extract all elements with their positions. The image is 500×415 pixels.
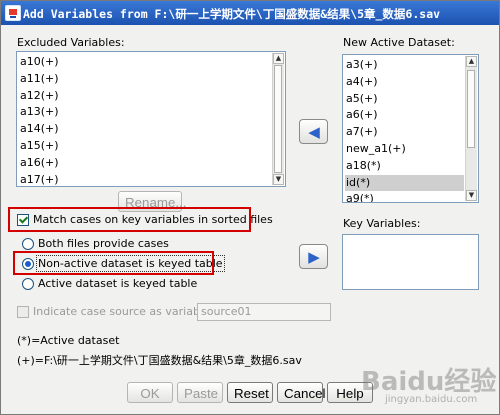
scroll-thumb[interactable] bbox=[274, 65, 282, 173]
baidu-watermark: Baidu经验 jingyan.baidu.com bbox=[361, 361, 496, 405]
list-item[interactable]: a5(+) bbox=[345, 91, 464, 108]
paste-button[interactable]: Paste bbox=[177, 382, 223, 403]
list-item[interactable]: id(*) bbox=[345, 174, 464, 192]
cancel-button[interactable]: Cancel bbox=[277, 382, 326, 403]
active-items: a3(+) a4(+) a5(+) a6(+) a7(+) new_a1(+) a18(*)… bbox=[345, 57, 464, 202]
list-item[interactable]: a7(+) bbox=[345, 124, 464, 141]
window-title: Add Variables from F:\研一上学期文件\丁国盛数据&结果\5… bbox=[23, 7, 441, 21]
rename-button[interactable]: Rename... bbox=[118, 191, 187, 212]
excluded-variables-label: Excluded Variables: bbox=[17, 36, 125, 49]
list-item[interactable]: a10(+) bbox=[19, 54, 271, 71]
active-dataset-note: (*)=Active dataset bbox=[17, 334, 120, 347]
list-item[interactable]: a6(+) bbox=[345, 107, 464, 124]
key-variables-list[interactable] bbox=[342, 234, 479, 290]
title-bar[interactable]: Add Variables from F:\研一上学期文件\丁国盛数据&结果\5… bbox=[1, 1, 499, 25]
radio-both-files-label[interactable]: Both files provide cases bbox=[38, 237, 169, 250]
add-variables-dialog: Add Variables from F:\研一上学期文件\丁国盛数据&结果\5… bbox=[0, 0, 500, 415]
excluded-scrollbar[interactable]: ▲ ▼ bbox=[272, 53, 284, 185]
list-item[interactable]: a4(+) bbox=[345, 74, 464, 91]
radio-non-active-keyed[interactable] bbox=[22, 258, 34, 270]
list-item[interactable]: new_a1(+) bbox=[345, 141, 464, 158]
new-active-dataset-list[interactable]: a3(+) a4(+) a5(+) a6(+) a7(+) new_a1(+) a18(*)… bbox=[342, 54, 479, 203]
indicate-source-checkbox[interactable] bbox=[17, 306, 29, 318]
scroll-down-arrow-icon[interactable]: ▼ bbox=[273, 174, 284, 185]
list-item[interactable]: a14(+) bbox=[19, 121, 271, 138]
match-cases-label[interactable]: Match cases on key variables in sorted f… bbox=[33, 213, 273, 226]
arrow-left-icon: ◀ bbox=[308, 123, 320, 141]
excluded-items: a10(+) a11(+) a12(+) a13(+) a14(+) a15(+) a16(… bbox=[19, 54, 271, 186]
indicate-source-label: Indicate case source as variable: bbox=[33, 305, 214, 318]
radio-active-keyed-label[interactable]: Active dataset is keyed table bbox=[38, 277, 197, 290]
match-cases-checkbox[interactable] bbox=[17, 214, 29, 226]
list-item[interactable]: a12(+) bbox=[19, 88, 271, 105]
scroll-down-arrow-icon[interactable]: ▼ bbox=[466, 190, 477, 201]
excluded-variables-list[interactable]: a10(+) a11(+) a12(+) a13(+) a14(+) a15(+) a16(… bbox=[16, 51, 286, 187]
source-file-note: (+)=F:\研一上学期文件\丁国盛数据&结果\5章_数据6.sav bbox=[17, 354, 302, 367]
scroll-thumb[interactable] bbox=[467, 70, 475, 148]
ok-button[interactable]: OK bbox=[127, 382, 173, 403]
list-item[interactable]: a13(+) bbox=[19, 104, 271, 121]
new-active-dataset-label: New Active Dataset: bbox=[343, 36, 455, 49]
radio-non-active-keyed-label[interactable]: Non-active dataset is keyed table bbox=[36, 255, 225, 272]
key-variables-label: Key Variables: bbox=[343, 217, 421, 230]
list-item[interactable]: a18(*) bbox=[345, 158, 464, 175]
move-to-key-variables-button[interactable]: ▶ bbox=[299, 244, 328, 269]
list-item[interactable]: a15(+) bbox=[19, 138, 271, 155]
active-scrollbar[interactable]: ▲ ▼ bbox=[465, 56, 477, 201]
arrow-right-icon: ▶ bbox=[308, 248, 320, 266]
list-item[interactable]: a16(+) bbox=[19, 155, 271, 172]
source-variable-input[interactable]: source01 bbox=[197, 303, 331, 321]
scroll-up-arrow-icon[interactable]: ▲ bbox=[273, 53, 284, 64]
list-item[interactable]: a17(+) bbox=[19, 172, 271, 186]
scroll-up-arrow-icon[interactable]: ▲ bbox=[466, 56, 477, 67]
radio-active-keyed[interactable] bbox=[22, 278, 34, 290]
list-item[interactable]: a11(+) bbox=[19, 71, 271, 88]
radio-both-files[interactable] bbox=[22, 238, 34, 250]
app-icon bbox=[5, 5, 21, 21]
list-item[interactable]: a3(+) bbox=[345, 57, 464, 74]
reset-button[interactable]: Reset bbox=[227, 382, 273, 403]
list-item[interactable]: a9(*) bbox=[345, 191, 464, 202]
watermark-brand: Baidu经验 bbox=[361, 367, 497, 397]
move-to-excluded-button[interactable]: ◀ bbox=[299, 119, 328, 144]
